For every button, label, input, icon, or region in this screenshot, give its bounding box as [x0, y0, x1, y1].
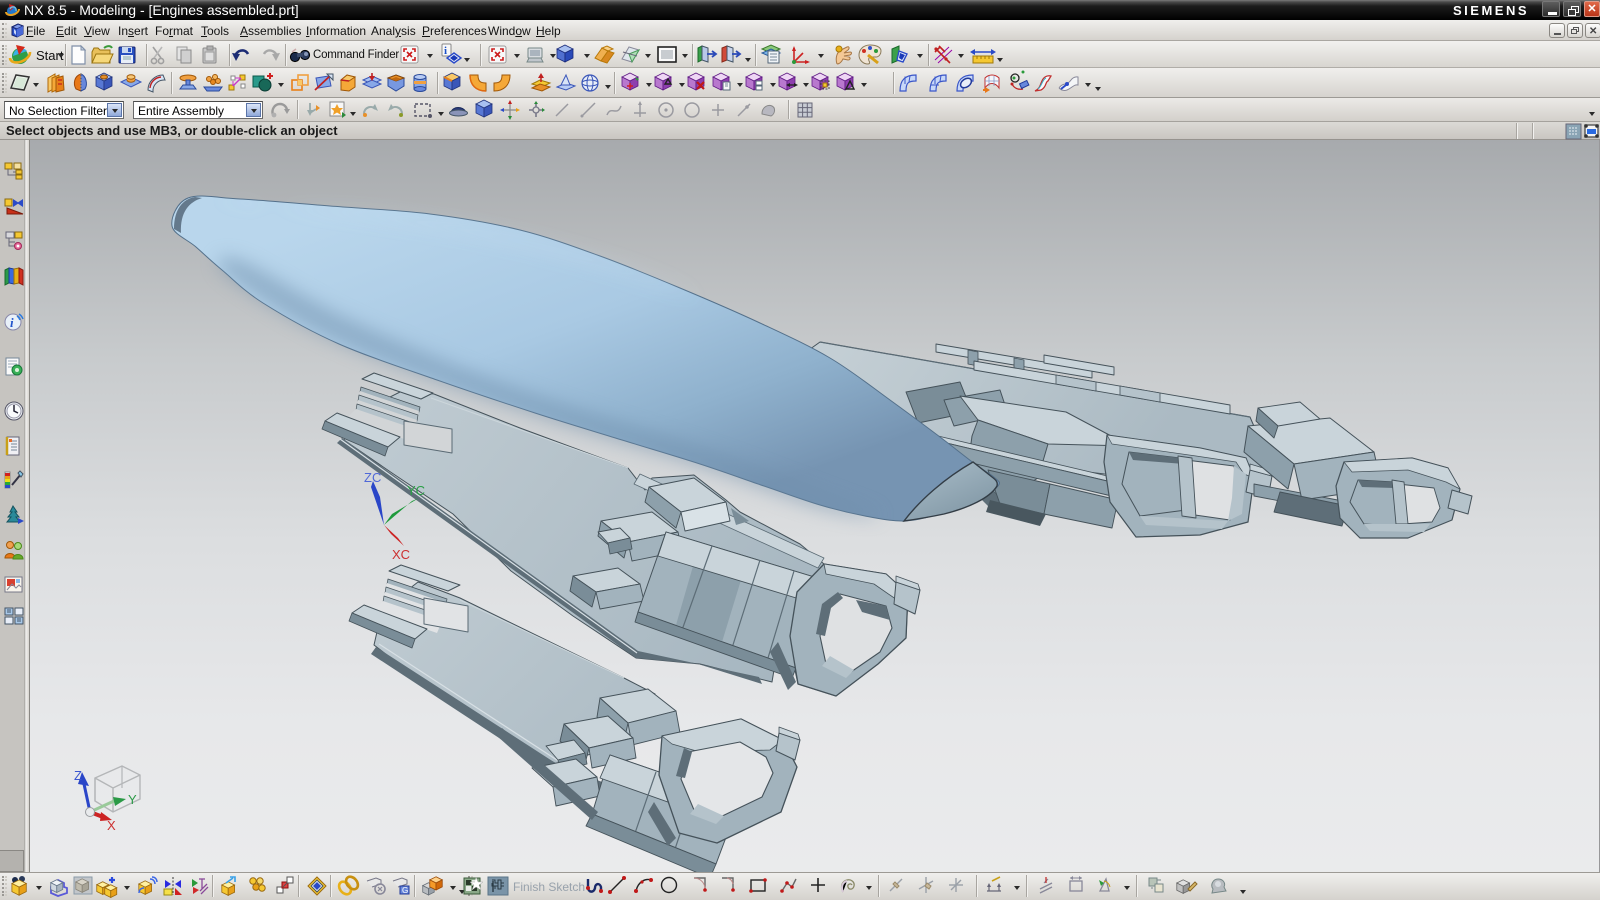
svg-text:X: X [107, 818, 116, 833]
svg-text:i: i [444, 45, 447, 57]
svg-text:XC: XC [392, 547, 410, 562]
svg-text:ZC: ZC [364, 470, 381, 485]
svg-text:YC: YC [407, 483, 425, 498]
svg-text:i: i [10, 315, 14, 330]
svg-text:Z: Z [74, 768, 82, 783]
svg-text:Y: Y [128, 792, 137, 807]
svg-text:G: G [402, 886, 408, 895]
